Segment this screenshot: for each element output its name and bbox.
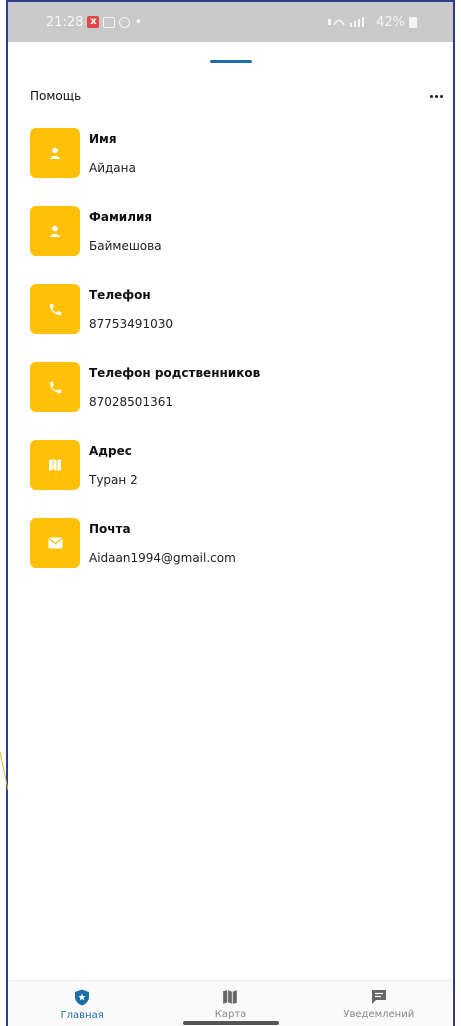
list-item-phone[interactable]: Телефон 87753491030 bbox=[8, 284, 453, 362]
phone-icon bbox=[30, 284, 80, 334]
item-value: Айдана bbox=[89, 161, 136, 175]
status-time: 21:28 bbox=[46, 14, 84, 30]
sheet-drag-handle[interactable] bbox=[209, 60, 252, 63]
item-value: 87028501361 bbox=[89, 395, 173, 409]
nav-map[interactable]: Карта bbox=[170, 981, 290, 1026]
status-dot: • bbox=[134, 14, 143, 30]
item-label: Почта bbox=[89, 522, 131, 536]
gallery-icon bbox=[103, 16, 116, 28]
decorative-stroke bbox=[0, 752, 8, 790]
item-value: Aidaan1994@gmail.com bbox=[89, 551, 236, 565]
person-icon bbox=[30, 206, 80, 256]
item-label: Телефон родственников bbox=[89, 366, 261, 380]
nav-map-label: Карта bbox=[214, 1009, 247, 1020]
item-label: Телефон bbox=[89, 288, 151, 302]
item-label: Фамилия bbox=[89, 210, 153, 224]
list-item-relatives-phone[interactable]: Телефон родственников 87028501361 bbox=[8, 362, 453, 440]
page-header: Помощь bbox=[8, 86, 453, 106]
nav-notifications[interactable]: Уведемлений bbox=[319, 981, 439, 1026]
shield-icon bbox=[75, 989, 90, 1006]
status-left: 21:28 x • bbox=[46, 15, 142, 30]
profile-list: Имя Айдана Фамилия Баймешова Телефон 877… bbox=[8, 128, 453, 596]
home-indicator[interactable] bbox=[182, 1021, 279, 1025]
message-icon bbox=[371, 990, 386, 1004]
app-frame: 21:28 x • 42% Помощь Имя Айдана Фамилия … bbox=[6, 0, 455, 1026]
item-value: 87753491030 bbox=[89, 317, 173, 331]
instagram-icon bbox=[119, 16, 131, 28]
item-label: Имя bbox=[89, 132, 117, 146]
more-options-icon[interactable] bbox=[430, 94, 443, 98]
list-item-surname[interactable]: Фамилия Баймешова bbox=[8, 206, 453, 284]
map-icon bbox=[30, 440, 80, 490]
item-label: Адрес bbox=[89, 444, 132, 458]
battery-percent: 42% bbox=[376, 14, 405, 30]
battery-icon bbox=[409, 16, 417, 28]
signal-icon bbox=[328, 17, 365, 27]
nav-home-label: Главная bbox=[60, 1010, 104, 1021]
status-bar: 21:28 x • 42% bbox=[8, 2, 453, 42]
phone-icon bbox=[30, 362, 80, 412]
mail-icon bbox=[30, 518, 80, 568]
status-right: 42% bbox=[328, 15, 417, 30]
item-value: Баймешова bbox=[89, 239, 162, 253]
item-value: Туран 2 bbox=[89, 473, 138, 487]
list-item-name[interactable]: Имя Айдана bbox=[8, 128, 453, 206]
list-item-address[interactable]: Адрес Туран 2 bbox=[8, 440, 453, 518]
list-item-email[interactable]: Почта Aidaan1994@gmail.com bbox=[8, 518, 453, 596]
nav-home[interactable]: Главная bbox=[22, 981, 142, 1026]
page-title: Помощь bbox=[30, 89, 82, 103]
nav-notifications-label: Уведемлений bbox=[343, 1009, 415, 1020]
person-icon bbox=[30, 128, 80, 178]
notification-x-icon: x bbox=[87, 16, 100, 28]
map-icon bbox=[223, 990, 238, 1004]
bottom-nav: Главная Карта Уведемлений bbox=[8, 980, 453, 1026]
